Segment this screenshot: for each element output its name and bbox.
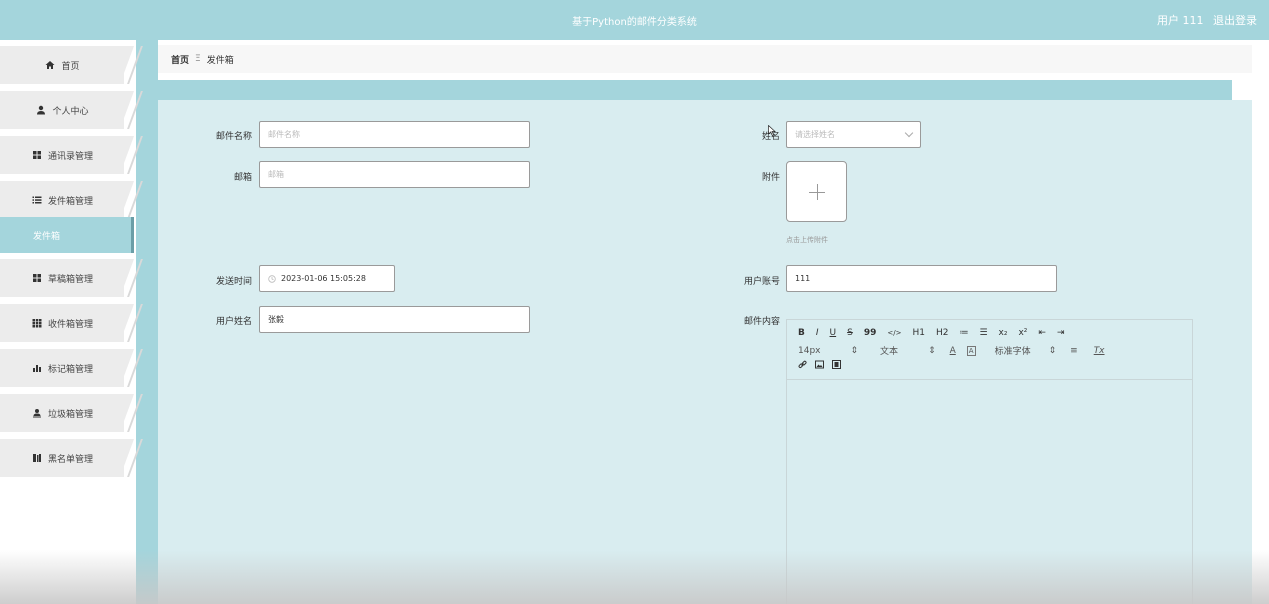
- editor-toolbar: B I U S 99 </> H1 H2 ≔ ☰ x₂ x² ⇤ ⇥ 14px …: [787, 320, 1192, 380]
- mail-content-label: 邮件内容: [743, 317, 780, 327]
- font-family-select[interactable]: 标准字体: [995, 344, 1031, 357]
- top-header: 基于Python的邮件分类系统 用户 111 退出登录: [0, 0, 1269, 40]
- sidebar-item-personal-center[interactable]: 个人中心: [0, 91, 143, 129]
- grid-icon: [31, 272, 43, 284]
- send-time-label: 发送时间: [215, 277, 252, 287]
- sidebar-divider: [136, 40, 158, 604]
- attachment-label: 附件: [761, 173, 780, 183]
- video-icon[interactable]: [832, 360, 841, 372]
- mail-name-label: 邮件名称: [215, 132, 252, 142]
- editor-toolbar-row-3: [798, 360, 852, 372]
- logout-link[interactable]: 退出登录: [1213, 14, 1257, 27]
- user-account-input[interactable]: 111: [786, 265, 1057, 292]
- app-title: 基于Python的邮件分类系统: [572, 17, 697, 28]
- h2-button[interactable]: H2: [936, 328, 949, 338]
- list-icon: [31, 194, 43, 206]
- email-input[interactable]: 邮箱: [259, 161, 530, 188]
- breadcrumb-current: 发件箱: [206, 55, 234, 66]
- sidebar-item-outbox-manage[interactable]: 发件箱管理: [0, 181, 143, 219]
- font-size-select[interactable]: 14px: [798, 346, 821, 356]
- breadcrumb: 首页 Ξ 发件箱: [158, 45, 1252, 73]
- panel-header-band: [158, 80, 1232, 102]
- quote-button[interactable]: 99: [864, 328, 877, 338]
- user-tag-icon: [31, 407, 43, 419]
- user-area: 用户 111 退出登录: [1151, 12, 1257, 28]
- book-icon: [31, 452, 43, 464]
- bold-button[interactable]: B: [798, 328, 805, 338]
- email-label: 邮箱: [233, 173, 252, 183]
- sidebar-item-label: 通讯录管理: [47, 151, 93, 162]
- select-arrows-icon: ⇕: [850, 345, 859, 356]
- mouse-cursor-icon: [768, 125, 776, 136]
- grid-icon: [31, 317, 43, 329]
- sidebar-item-label: 标记箱管理: [47, 364, 93, 375]
- link-icon[interactable]: [798, 360, 807, 372]
- code-button[interactable]: </>: [887, 329, 901, 337]
- chevron-down-icon: [904, 128, 914, 138]
- sidebar-item-label: 黑名单管理: [47, 454, 93, 465]
- sidebar-item-label: 收件箱管理: [47, 319, 93, 330]
- bar-chart-icon: [31, 362, 43, 374]
- image-icon[interactable]: [815, 360, 824, 372]
- user-name-input[interactable]: 张毅: [259, 306, 530, 333]
- align-button[interactable]: ≡: [1070, 346, 1078, 356]
- h1-button[interactable]: H1: [912, 328, 925, 338]
- superscript-button[interactable]: x²: [1018, 328, 1027, 338]
- attachment-upload-button[interactable]: [786, 161, 847, 222]
- font-color-button[interactable]: A: [950, 346, 956, 356]
- select-arrows-icon: ⇕: [928, 345, 936, 356]
- user-account-label: 用户账号: [743, 277, 780, 287]
- sidebar-item-label: 个人中心: [52, 106, 89, 117]
- sidebar-item-inbox[interactable]: 收件箱管理: [0, 304, 143, 342]
- sidebar-item-label: 草稿箱管理: [47, 274, 93, 285]
- strike-button[interactable]: S: [847, 328, 853, 338]
- send-time-input[interactable]: 2023-01-06 15:05:28: [259, 265, 395, 292]
- breadcrumb-separator: Ξ: [195, 54, 201, 64]
- mail-content-editor[interactable]: B I U S 99 </> H1 H2 ≔ ☰ x₂ x² ⇤ ⇥ 14px …: [786, 319, 1193, 604]
- breadcrumb-home[interactable]: 首页: [171, 53, 189, 66]
- clear-format-button[interactable]: Tx: [1094, 346, 1105, 356]
- ordered-list-button[interactable]: ≔: [959, 328, 968, 338]
- user-icon: [35, 104, 47, 116]
- send-time-value: 2023-01-06 15:05:28: [281, 274, 366, 283]
- grid-icon: [31, 149, 43, 161]
- sidebar-item-drafts[interactable]: 草稿箱管理: [0, 259, 143, 297]
- sidebar-item-trash[interactable]: 垃圾箱管理: [0, 394, 143, 432]
- background-color-button[interactable]: A: [966, 345, 976, 356]
- sidebar-item-flagged[interactable]: 标记箱管理: [0, 349, 143, 387]
- sidebar-item-home[interactable]: 首页: [0, 46, 143, 84]
- name-select-placeholder: 请选择姓名: [795, 130, 835, 139]
- outdent-button[interactable]: ⇤: [1038, 328, 1046, 338]
- editor-toolbar-row-2: 14px ⇕ 文本 ⇕ A A 标准字体 ⇕ ≡ Tx: [798, 344, 1116, 357]
- name-select[interactable]: 请选择姓名: [786, 121, 921, 148]
- subscript-button[interactable]: x₂: [999, 328, 1008, 338]
- user-label: 用户 111: [1157, 14, 1204, 27]
- indent-button[interactable]: ⇥: [1057, 328, 1065, 338]
- sidebar-item-blacklist[interactable]: 黑名单管理: [0, 439, 143, 477]
- bullet-list-button[interactable]: ☰: [979, 328, 987, 338]
- sidebar-subitem-outbox[interactable]: 发件箱: [0, 217, 134, 253]
- text-style-select[interactable]: 文本: [880, 344, 898, 357]
- select-arrows-icon: ⇕: [1048, 345, 1057, 356]
- sidebar-item-contacts[interactable]: 通讯录管理: [0, 136, 143, 174]
- sidebar-item-label: 垃圾箱管理: [47, 409, 93, 420]
- upload-tip: 点击上传附件: [786, 236, 828, 244]
- user-name-label: 用户姓名: [215, 317, 252, 327]
- home-icon: [44, 59, 56, 71]
- sidebar-item-label: 发件箱管理: [47, 196, 93, 207]
- editor-toolbar-row-1: B I U S 99 </> H1 H2 ≔ ☰ x₂ x² ⇤ ⇥: [798, 328, 1076, 338]
- underline-button[interactable]: U: [830, 328, 837, 338]
- sidebar-item-label: 首页: [61, 61, 80, 72]
- clock-icon: [268, 274, 276, 283]
- italic-button[interactable]: I: [816, 328, 819, 338]
- sidebar-subitem-label: 发件箱: [32, 231, 60, 242]
- mail-name-input[interactable]: 邮件名称: [259, 121, 530, 148]
